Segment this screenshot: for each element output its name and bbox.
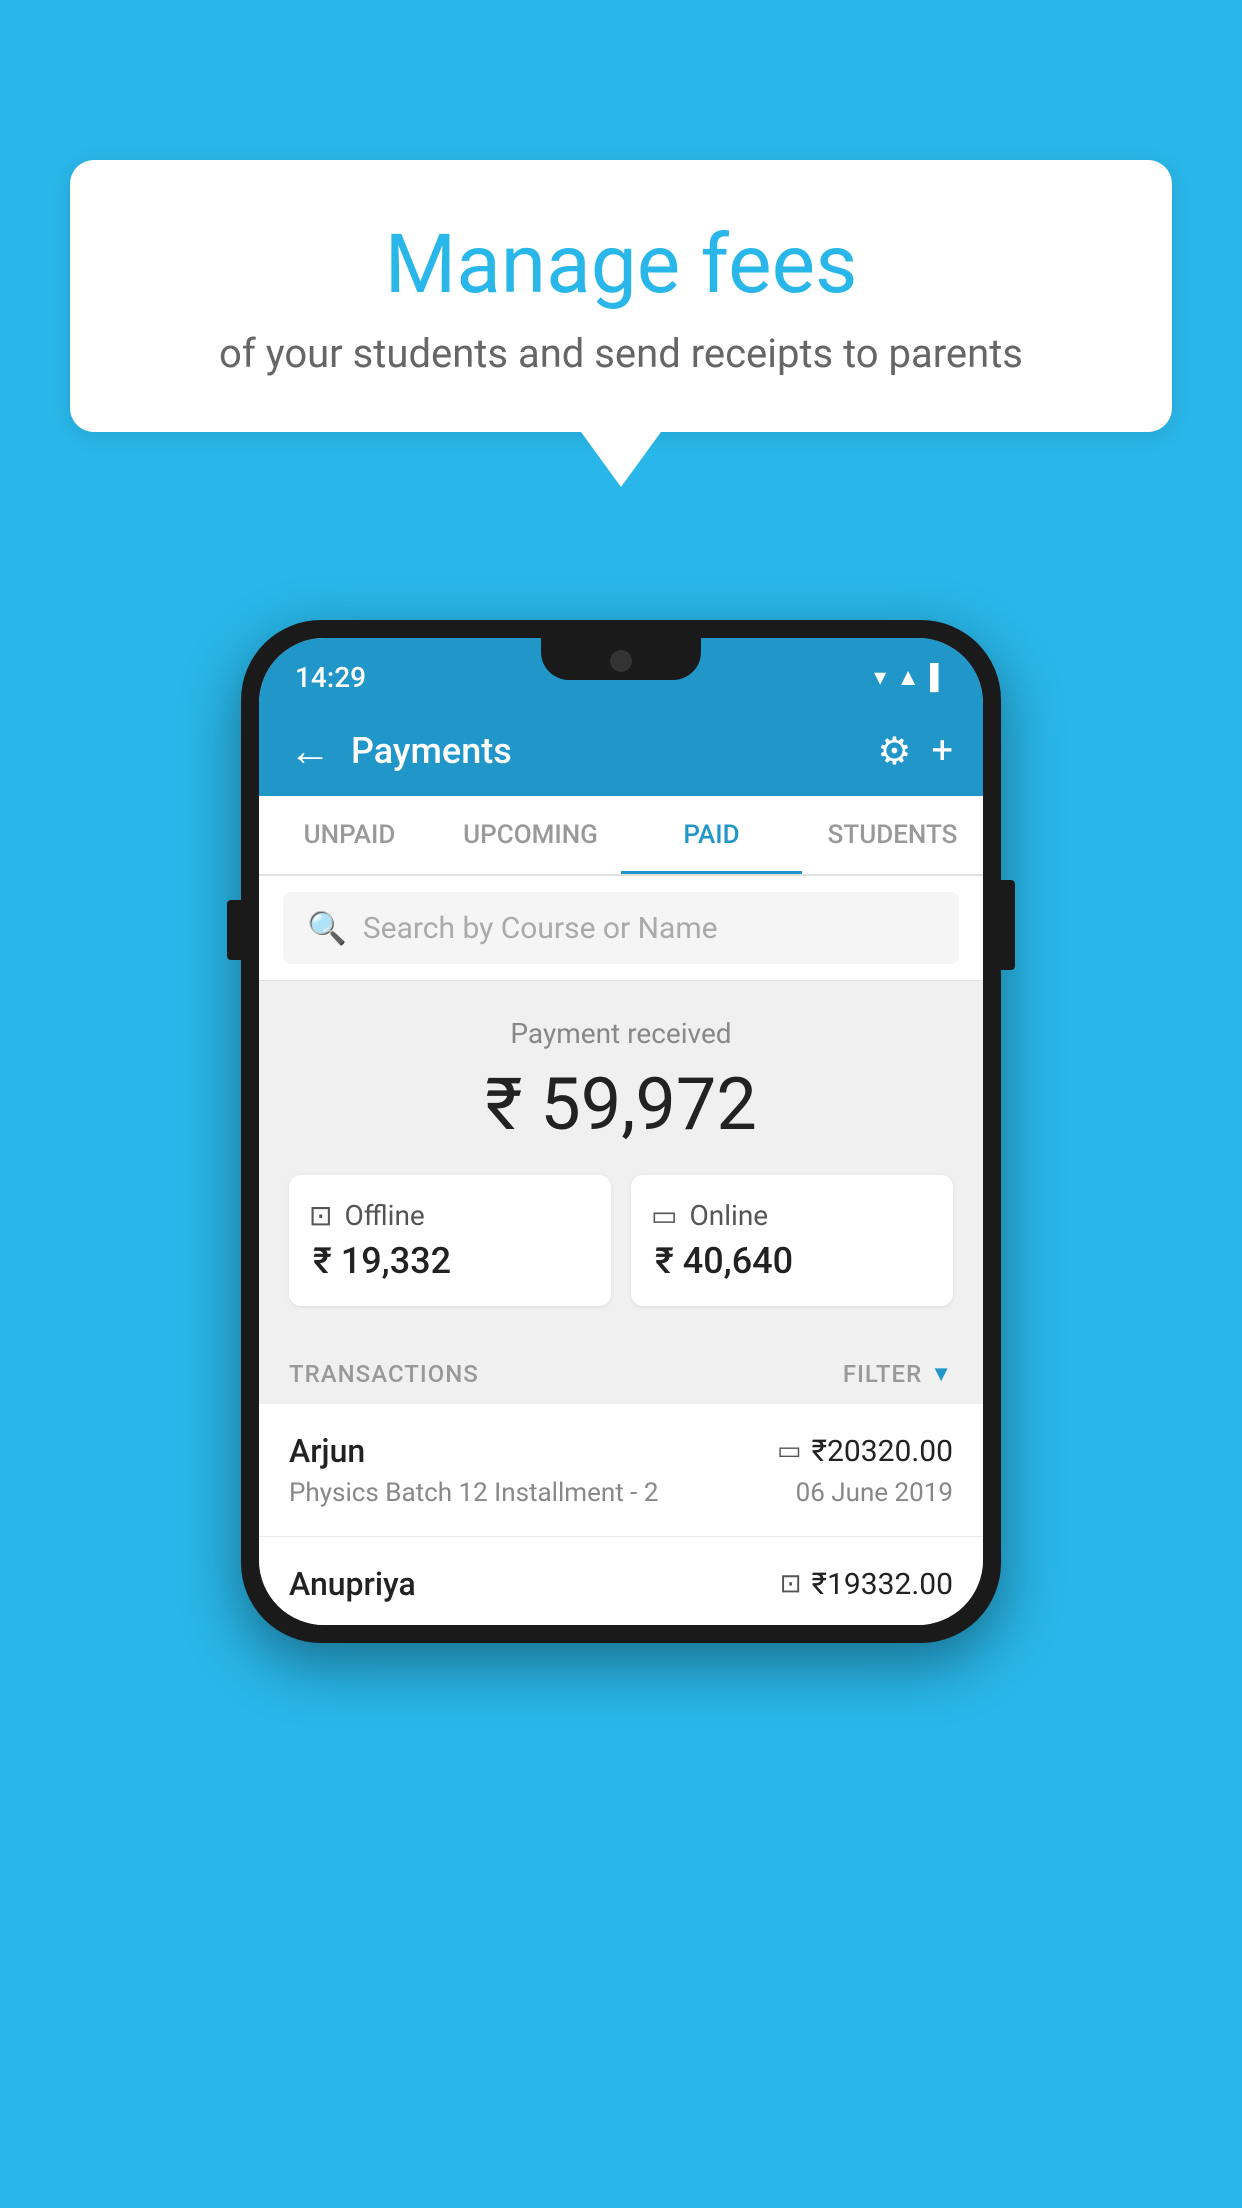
online-card: ▭ Online ₹ 40,640 (631, 1175, 953, 1306)
transactions-label: TRANSACTIONS (289, 1360, 479, 1388)
transaction-amount-row-2: ⊡ ₹19332.00 (780, 1567, 953, 1602)
tab-upcoming[interactable]: UPCOMING (440, 796, 621, 874)
phone-notch (541, 638, 701, 680)
card-payment-icon: ▭ (777, 1436, 802, 1466)
transaction-date: 06 June 2019 (796, 1478, 953, 1508)
page-title: Payments (351, 730, 857, 772)
transaction-amount: ₹20320.00 (812, 1434, 953, 1469)
search-box[interactable]: 🔍 Search by Course or Name (283, 892, 959, 964)
offline-card-top: ⊡ Offline (309, 1199, 591, 1232)
gear-icon: ⚙ (877, 730, 911, 774)
back-button[interactable]: ← (289, 727, 331, 776)
transaction-course: Physics Batch 12 Installment - 2 (289, 1478, 658, 1508)
payment-received-section: Payment received ₹ 59,972 ⊡ Offline ₹ 19… (259, 981, 983, 1336)
online-label: Online (689, 1199, 768, 1232)
settings-button[interactable]: ⚙ (877, 729, 911, 774)
transaction-amount-2: ₹19332.00 (812, 1567, 953, 1602)
tab-paid[interactable]: PAID (621, 796, 802, 874)
payment-received-total: ₹ 59,972 (289, 1062, 953, 1147)
speech-bubble-section: Manage fees of your students and send re… (70, 160, 1172, 487)
wifi-icon: ▾ (874, 663, 886, 691)
tab-unpaid[interactable]: UNPAID (259, 796, 440, 874)
offline-payment-icon: ⊡ (780, 1569, 802, 1599)
phone-camera (610, 650, 632, 672)
phone-wrapper: 14:29 ▾ ▲ ▌ ← Payments ⚙ + (241, 620, 1001, 1643)
filter-icon: ▼ (930, 1361, 953, 1387)
add-button[interactable]: + (931, 729, 953, 773)
transactions-header: TRANSACTIONS FILTER ▼ (259, 1336, 983, 1404)
online-card-top: ▭ Online (651, 1199, 933, 1232)
phone-frame: 14:29 ▾ ▲ ▌ ← Payments ⚙ + (241, 620, 1001, 1643)
plus-icon: + (931, 729, 953, 773)
search-icon: 🔍 (307, 909, 347, 947)
transaction-item[interactable]: Arjun ▭ ₹20320.00 Physics Batch 12 Insta… (259, 1404, 983, 1537)
bubble-tail (581, 432, 661, 487)
transaction-amount-row: ▭ ₹20320.00 (777, 1434, 953, 1469)
payment-cards: ⊡ Offline ₹ 19,332 ▭ Online ₹ 40,640 (289, 1175, 953, 1306)
bubble-subtitle: of your students and send receipts to pa… (150, 330, 1092, 377)
signal-icon: ▲ (896, 663, 920, 692)
status-icons: ▾ ▲ ▌ (874, 663, 947, 692)
transaction-row-top: Arjun ▭ ₹20320.00 (289, 1432, 953, 1470)
offline-icon: ⊡ (309, 1199, 332, 1232)
filter-label: FILTER (843, 1360, 922, 1388)
transaction-item-partial[interactable]: Anupriya ⊡ ₹19332.00 (259, 1537, 983, 1625)
back-icon: ← (289, 727, 331, 776)
status-time: 14:29 (295, 661, 366, 694)
transaction-row-bottom: Physics Batch 12 Installment - 2 06 June… (289, 1478, 953, 1508)
payment-received-label: Payment received (289, 1017, 953, 1050)
tabs-bar: UNPAID UPCOMING PAID STUDENTS (259, 796, 983, 876)
filter-button[interactable]: FILTER ▼ (843, 1360, 953, 1388)
online-icon: ▭ (651, 1199, 677, 1232)
speech-bubble-card: Manage fees of your students and send re… (70, 160, 1172, 432)
app-header: ← Payments ⚙ + (259, 706, 983, 796)
transaction-name-2: Anupriya (289, 1565, 416, 1603)
online-amount: ₹ 40,640 (651, 1240, 933, 1282)
phone-screen: 14:29 ▾ ▲ ▌ ← Payments ⚙ + (259, 638, 983, 1625)
battery-icon: ▌ (930, 663, 947, 692)
tab-students[interactable]: STUDENTS (802, 796, 983, 874)
offline-amount: ₹ 19,332 (309, 1240, 591, 1282)
search-placeholder: Search by Course or Name (363, 911, 718, 946)
bubble-title: Manage fees (150, 220, 1092, 310)
offline-card: ⊡ Offline ₹ 19,332 (289, 1175, 611, 1306)
search-container: 🔍 Search by Course or Name (259, 876, 983, 981)
transaction-row-top-2: Anupriya ⊡ ₹19332.00 (289, 1565, 953, 1603)
transaction-name: Arjun (289, 1432, 365, 1470)
offline-label: Offline (344, 1199, 424, 1232)
